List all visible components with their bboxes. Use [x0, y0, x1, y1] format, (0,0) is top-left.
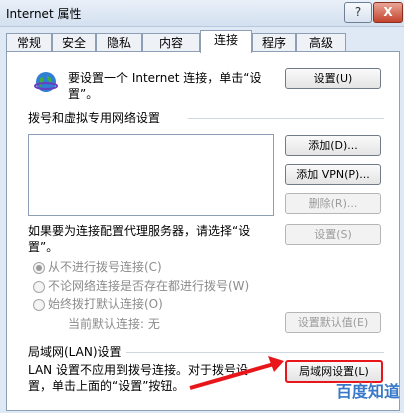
tab-privacy[interactable]: 隐私: [96, 33, 142, 52]
lan-heading: 局域网(LAN)设置: [28, 345, 122, 359]
connections-listbox[interactable]: [28, 134, 274, 216]
tab-general[interactable]: 常规: [6, 33, 52, 52]
add-vpn-button[interactable]: 添加 VPN(P)...: [285, 164, 381, 185]
radio-never-dial[interactable]: [33, 262, 45, 274]
current-default-value: 无: [147, 317, 160, 331]
proxy-description: 如果要为连接配置代理服务器，请选择“设 置”。: [28, 223, 278, 255]
close-button[interactable]: X: [373, 2, 403, 23]
delete-button[interactable]: 删除(R)...: [285, 193, 381, 214]
tab-security[interactable]: 安全: [52, 33, 96, 52]
window-title: Internet 属性: [6, 7, 82, 21]
globe-icon: [34, 72, 58, 92]
setup-text-line2: 置”。: [68, 87, 99, 101]
setup-button[interactable]: 设置(U): [285, 68, 381, 89]
proxy-text-line2: 置”。: [28, 240, 59, 254]
tab-content[interactable]: 内容: [142, 33, 200, 52]
dialup-settings-button[interactable]: 设置(S): [285, 224, 381, 245]
tab-programs[interactable]: 程序: [252, 33, 296, 52]
title-bar: Internet 属性 ? X: [0, 0, 404, 27]
dialup-divider: [188, 118, 384, 119]
tab-strip: 常规 安全 隐私 内容 连接 程序 高级: [6, 30, 398, 53]
tab-connections[interactable]: 连接: [200, 30, 252, 53]
add-button[interactable]: 添加(D)...: [285, 135, 381, 156]
proxy-text-line1: 如果要为连接配置代理服务器，请选择“设: [28, 224, 251, 238]
set-default-button[interactable]: 设置默认值(E): [285, 312, 381, 333]
setup-text-line1: 要设置一个 Internet 连接，单击“设: [68, 71, 262, 85]
tab-advanced[interactable]: 高级: [296, 33, 346, 52]
radio-dial-whenever[interactable]: [33, 281, 45, 293]
radio-always-dial-default[interactable]: [33, 299, 45, 311]
current-default-connection: 当前默认连接: 无: [68, 316, 160, 332]
current-default-label: 当前默认连接:: [68, 317, 145, 331]
dialup-heading: 拨号和虚拟专用网络设置: [28, 111, 161, 125]
option-never-dial: 从不进行拨号连接(C): [48, 260, 162, 274]
option-dial-whenever: 不论网络连接是否存在都进行拨号(W): [48, 279, 250, 293]
annotation-arrow-icon: [189, 356, 284, 390]
lan-text-line2: 置，单击上面的“设置”按钮。: [28, 379, 185, 393]
option-always-dial-default: 始终拨打默认连接(O): [48, 297, 163, 311]
watermark: 百度知道: [336, 382, 401, 401]
setup-description: 要设置一个 Internet 连接，单击“设 置”。: [68, 70, 278, 102]
help-button[interactable]: ?: [344, 2, 372, 23]
